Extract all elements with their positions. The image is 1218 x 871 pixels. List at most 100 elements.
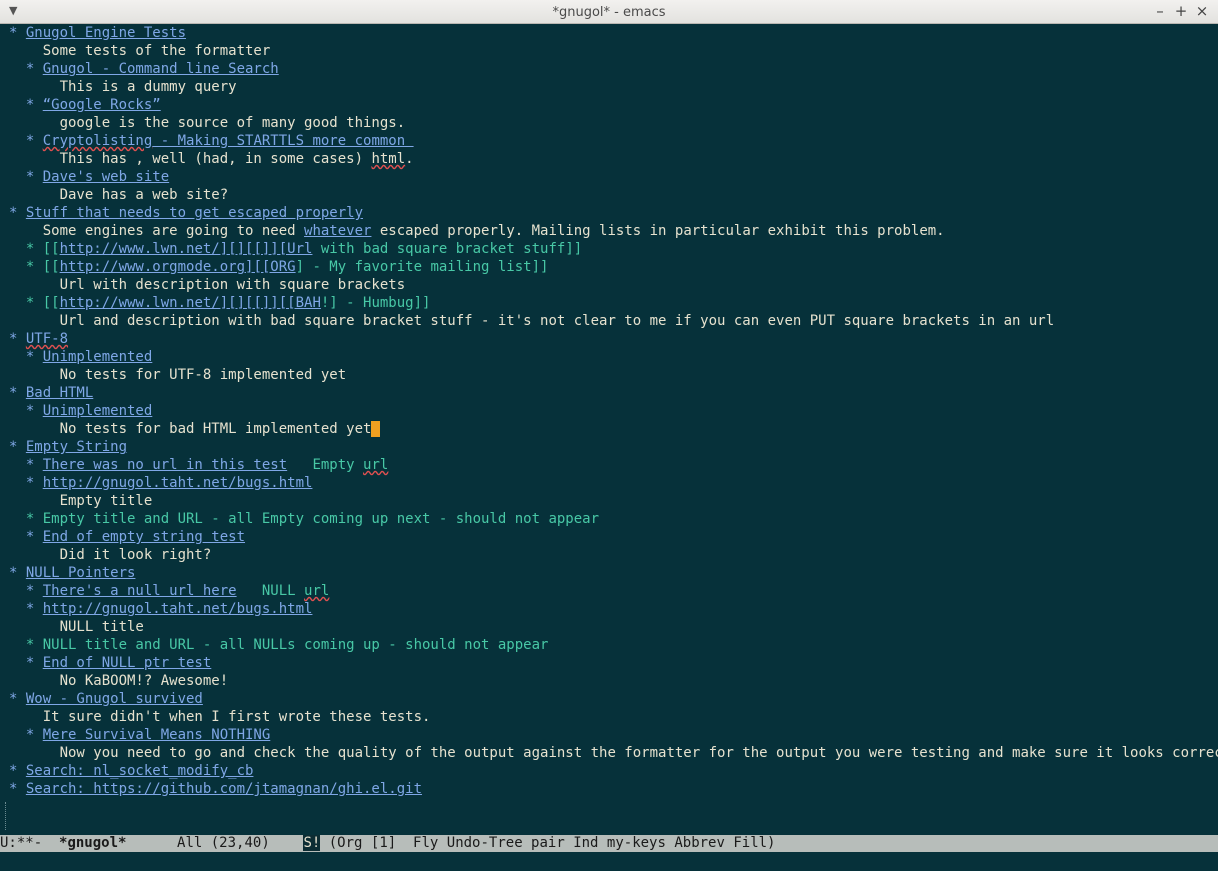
heading-link[interactable]: Gnugol Engine Tests	[26, 25, 186, 41]
heading-link[interactable]: Cryptolisting	[43, 133, 153, 149]
heading-link[interactable]: UTF-8	[26, 331, 68, 347]
maximize-button[interactable]: +	[1172, 2, 1190, 20]
buffer-line[interactable]: * NULL title and URL - all NULLs coming …	[9, 636, 1218, 654]
text-cursor[interactable]	[371, 421, 380, 437]
modeline-buffer-name: *gnugol*	[59, 835, 127, 851]
buffer-line[interactable]: * Dave's web site	[9, 168, 1218, 186]
buffer-line[interactable]: * There's a null url here NULL url	[9, 582, 1218, 600]
buffer-line[interactable]: This has , well (had, in some cases) htm…	[9, 150, 1218, 168]
buffer-line[interactable]: * Bad HTML	[9, 384, 1218, 402]
buffer-line[interactable]: * “Google Rocks”	[9, 96, 1218, 114]
buffer-text: * [[	[9, 241, 60, 257]
buffer-line[interactable]: No KaBOOM!? Awesome!	[9, 672, 1218, 690]
buffer-line[interactable]: Empty title	[9, 492, 1218, 510]
buffer-line[interactable]: Some engines are going to need whatever …	[9, 222, 1218, 240]
buffer-line[interactable]: * Cryptolisting - Making STARTTLS more c…	[9, 132, 1218, 150]
minimize-button[interactable]: –	[1151, 2, 1169, 20]
buffer-line[interactable]: Url and description with bad square brac…	[9, 312, 1218, 330]
heading-link[interactable]: Bad HTML	[26, 385, 93, 401]
heading-link[interactable]: Empty String	[26, 439, 127, 455]
buffer-text: *	[9, 61, 43, 77]
buffer-text: .	[405, 151, 414, 167]
buffer-line[interactable]: * UTF-8	[9, 330, 1218, 348]
url-link[interactable]: http://www.lwn.net/][][[]][[BAH	[60, 295, 321, 311]
buffer-line[interactable]: * There was no url in this test Empty ur…	[9, 456, 1218, 474]
editor-buffer[interactable]: * Gnugol Engine Tests Some tests of the …	[0, 24, 1218, 835]
buffer-text: *	[9, 565, 26, 581]
heading-link[interactable]: - Making STARTTLS more common	[152, 133, 413, 149]
heading-link[interactable]: Search: https://github.com/jtamagnan/ghi…	[26, 781, 422, 797]
buffer-line[interactable]: * Unimplemented	[9, 402, 1218, 420]
buffer-line[interactable]: * [[http://www.lwn.net/][][[]][Url with …	[9, 240, 1218, 258]
buffer-text: html	[371, 151, 406, 167]
url-link[interactable]: whatever	[304, 223, 371, 239]
heading-link[interactable]: http://gnugol.taht.net/bugs.html	[43, 475, 313, 491]
heading-link[interactable]: Wow - Gnugol survived	[26, 691, 203, 707]
buffer-line[interactable]: It sure didn't when I first wrote these …	[9, 708, 1218, 726]
echo-area[interactable]	[0, 852, 1218, 871]
buffer-text: NULL title	[9, 619, 144, 635]
buffer-line[interactable]: This is a dummy query	[9, 78, 1218, 96]
buffer-line[interactable]: * http://gnugol.taht.net/bugs.html	[9, 600, 1218, 618]
buffer-line[interactable]: NULL title	[9, 618, 1218, 636]
url-link[interactable]: http://www.orgmode.org][[ORG	[60, 259, 296, 275]
heading-link[interactable]: “Google Rocks”	[43, 97, 161, 113]
buffer-line[interactable]: * Gnugol Engine Tests	[9, 24, 1218, 42]
buffer-text: Empty title	[9, 493, 153, 509]
heading-link[interactable]: There's a null url here	[43, 583, 237, 599]
buffer-line[interactable]: * Empty title and URL - all Empty coming…	[9, 510, 1218, 528]
buffer-line[interactable]: * http://gnugol.taht.net/bugs.html	[9, 474, 1218, 492]
buffer-text: *	[9, 25, 26, 41]
heading-link[interactable]: Mere Survival Means NOTHING	[43, 727, 271, 743]
buffer-line[interactable]: Url with description with square bracket…	[9, 276, 1218, 294]
fringe-indicator	[5, 802, 9, 830]
buffer-line[interactable]: Did it look right?	[9, 546, 1218, 564]
heading-link[interactable]: NULL Pointers	[26, 565, 136, 581]
buffer-text: *	[9, 691, 26, 707]
buffer-line[interactable]: google is the source of many good things…	[9, 114, 1218, 132]
heading-link[interactable]: Stuff that needs to get escaped properly	[26, 205, 363, 221]
heading-link[interactable]: Dave's web site	[43, 169, 169, 185]
buffer-line[interactable]: * NULL Pointers	[9, 564, 1218, 582]
heading-link[interactable]: Unimplemented	[43, 403, 153, 419]
window-titlebar[interactable]: ▼ *gnugol* - emacs – + ×	[0, 0, 1218, 24]
buffer-line[interactable]: Now you need to go and check the quality…	[9, 744, 1218, 762]
buffer-text: Did it look right?	[9, 547, 212, 563]
buffer-line[interactable]: * [[http://www.orgmode.org][[ORG] - My f…	[9, 258, 1218, 276]
buffer-line[interactable]: * Gnugol - Command line Search	[9, 60, 1218, 78]
url-link[interactable]: http://www.lwn.net/][][[]][Url	[60, 241, 313, 257]
buffer-line[interactable]: Some tests of the formatter	[9, 42, 1218, 60]
buffer-line[interactable]: * Search: nl_socket_modify_cb	[9, 762, 1218, 780]
buffer-line[interactable]: * Unimplemented	[9, 348, 1218, 366]
heading-link[interactable]: Search: nl_socket_modify_cb	[26, 763, 254, 779]
buffer-line[interactable]: * Search: https://github.com/jtamagnan/g…	[9, 780, 1218, 798]
buffer-text: Dave has a web site?	[9, 187, 229, 203]
buffer-line[interactable]: * Wow - Gnugol survived	[9, 690, 1218, 708]
buffer-text: No KaBOOM!? Awesome!	[9, 673, 229, 689]
buffer-text: *	[9, 169, 43, 185]
modeline-modes[interactable]: (Org [1] Fly Undo-Tree pair Ind my-keys …	[320, 835, 776, 851]
heading-link[interactable]: Gnugol - Command line Search	[43, 61, 279, 77]
buffer-line[interactable]: * Mere Survival Means NOTHING	[9, 726, 1218, 744]
heading-link[interactable]: End of NULL ptr test	[43, 655, 212, 671]
buffer-text: No tests for UTF-8 implemented yet	[9, 367, 347, 383]
buffer-text: No tests for bad HTML implemented yet	[9, 421, 372, 437]
close-button[interactable]: ×	[1193, 2, 1211, 20]
heading-link[interactable]: Unimplemented	[43, 349, 153, 365]
buffer-text: *	[9, 439, 26, 455]
buffer-line[interactable]: * End of empty string test	[9, 528, 1218, 546]
heading-link[interactable]: There was no url in this test	[43, 457, 287, 473]
heading-link[interactable]: End of empty string test	[43, 529, 245, 545]
buffer-line[interactable]: Dave has a web site?	[9, 186, 1218, 204]
buffer-line[interactable]: * End of NULL ptr test	[9, 654, 1218, 672]
mode-line[interactable]: U:**- *gnugol* All (23,40) S! (Org [1] F…	[0, 835, 1218, 852]
buffer-text: *	[9, 349, 43, 365]
buffer-text: Some engines are going to need	[9, 223, 305, 239]
buffer-line[interactable]: No tests for UTF-8 implemented yet	[9, 366, 1218, 384]
buffer-line[interactable]: No tests for bad HTML implemented yet	[9, 420, 1218, 438]
buffer-line[interactable]: * Stuff that needs to get escaped proper…	[9, 204, 1218, 222]
buffer-line[interactable]: * Empty String	[9, 438, 1218, 456]
buffer-line[interactable]: * [[http://www.lwn.net/][][[]][[BAH!] - …	[9, 294, 1218, 312]
heading-link[interactable]: http://gnugol.taht.net/bugs.html	[43, 601, 313, 617]
buffer-text: NULL	[236, 583, 305, 599]
